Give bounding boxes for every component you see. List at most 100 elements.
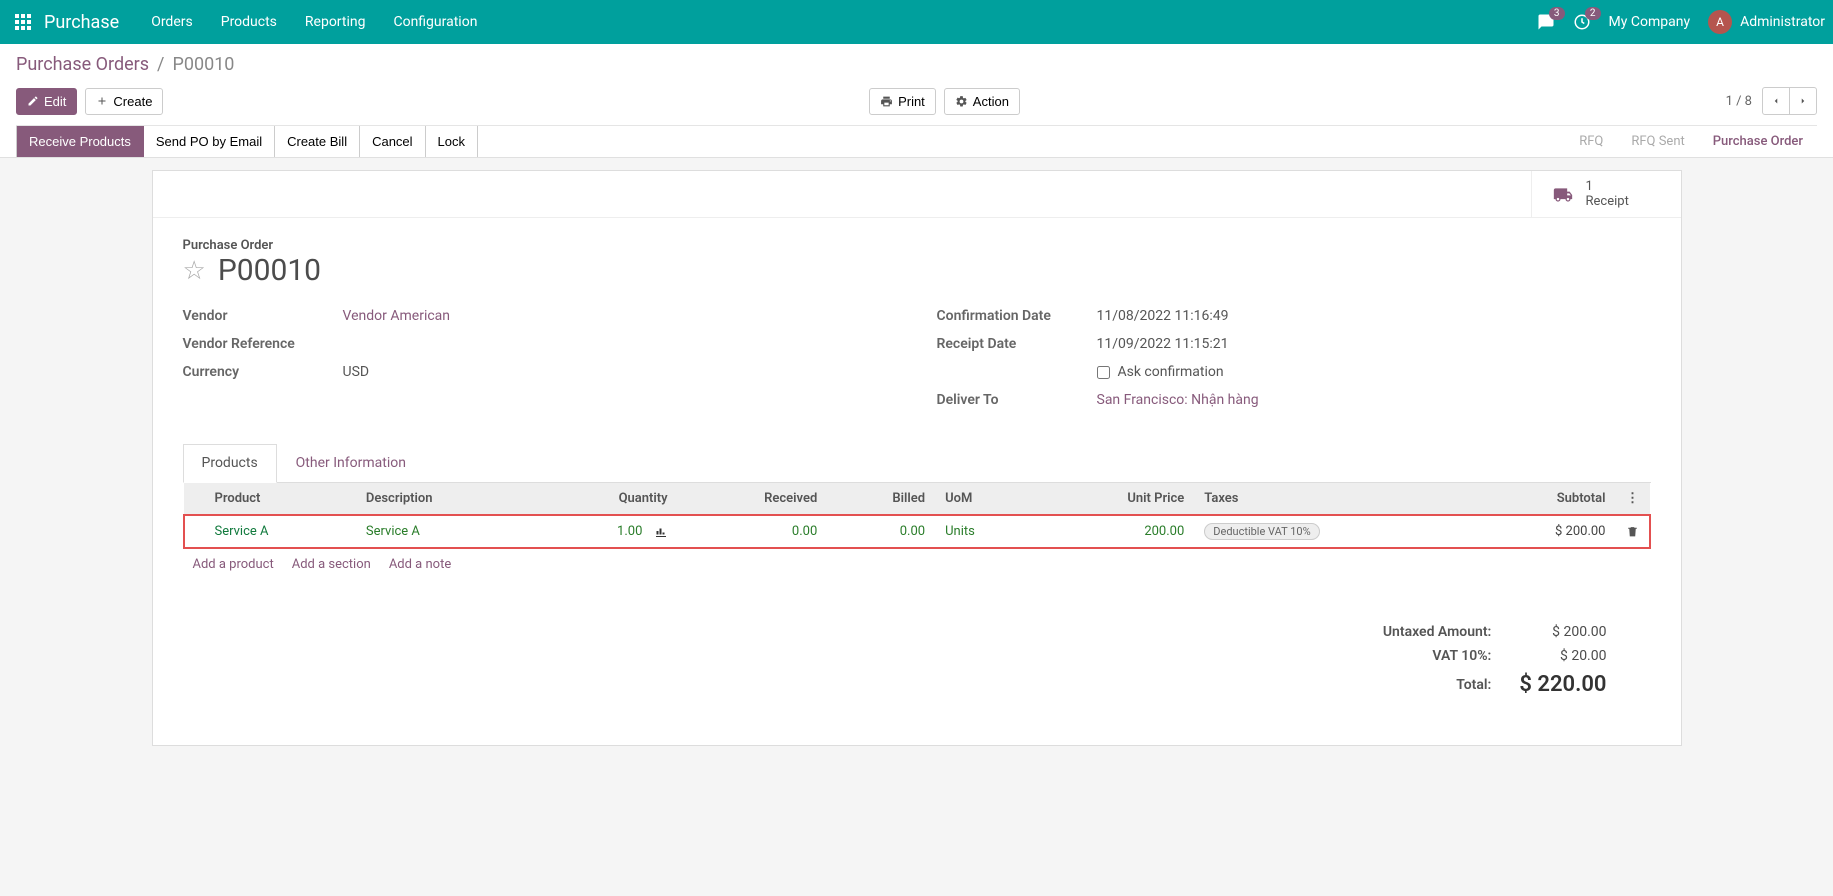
kebab-icon[interactable]: ⋮ — [1626, 491, 1639, 506]
vendor-ref-label: Vendor Reference — [183, 336, 343, 352]
total-value: $ 220.00 — [1505, 668, 1620, 701]
plus-icon — [96, 95, 108, 107]
line-quantity: 1.00 — [617, 524, 642, 539]
receive-products-button[interactable]: Receive Products — [16, 126, 144, 157]
page-title-label: Purchase Order — [183, 238, 1651, 253]
status-rfq-sent[interactable]: RFQ Sent — [1617, 126, 1698, 157]
vat-value: $ 20.00 — [1505, 644, 1620, 668]
status-purchase-order[interactable]: Purchase Order — [1699, 126, 1817, 157]
statusbar: RFQ RFQ Sent Purchase Order — [1565, 126, 1817, 157]
chevron-right-icon — [1798, 94, 1808, 108]
order-lines-table: Product Description Quantity Received Bi… — [183, 483, 1651, 549]
app-brand[interactable]: Purchase — [38, 12, 135, 33]
line-tax: Deductible VAT 10% — [1204, 523, 1319, 540]
gear-icon — [955, 95, 968, 108]
col-quantity: Quantity — [533, 483, 677, 515]
line-received: 0.00 — [678, 515, 828, 548]
print-icon — [880, 95, 893, 108]
chevron-left-icon — [1771, 94, 1781, 108]
confirmation-date-label: Confirmation Date — [937, 308, 1097, 324]
add-note-link[interactable]: Add a note — [389, 557, 451, 572]
line-billed: 0.00 — [827, 515, 935, 548]
po-name: P00010 — [218, 253, 321, 288]
line-description: Service A — [356, 515, 533, 548]
pencil-icon — [27, 95, 39, 107]
untaxed-label: Untaxed Amount: — [1369, 620, 1506, 644]
forecast-icon[interactable] — [654, 524, 668, 539]
receipt-date-label: Receipt Date — [937, 336, 1097, 352]
activities-badge: 2 — [1585, 7, 1601, 20]
send-po-email-button[interactable]: Send PO by Email — [144, 126, 275, 157]
currency-value: USD — [343, 364, 370, 380]
activities-icon[interactable]: 2 — [1573, 13, 1591, 31]
cancel-button[interactable]: Cancel — [360, 126, 425, 157]
line-subtotal: $ 200.00 — [1471, 515, 1615, 548]
receipt-label: Receipt — [1586, 194, 1629, 209]
trash-icon[interactable] — [1626, 524, 1639, 539]
pager-next[interactable] — [1789, 87, 1817, 115]
tab-other-info[interactable]: Other Information — [277, 444, 425, 482]
line-uom: Units — [935, 515, 1037, 548]
col-billed: Billed — [827, 483, 935, 515]
navbar: Purchase Orders Products Reporting Confi… — [0, 0, 1833, 44]
table-row[interactable]: Service A Service A 1.00 0.00 0.00 Units… — [184, 515, 1650, 548]
line-product[interactable]: Service A — [215, 524, 269, 539]
user-name: Administrator — [1740, 14, 1825, 30]
pager-prev[interactable] — [1762, 87, 1790, 115]
col-unit-price: Unit Price — [1037, 483, 1194, 515]
nav-reporting[interactable]: Reporting — [305, 14, 366, 30]
vendor-value[interactable]: Vendor American — [343, 308, 451, 324]
receipt-count: 1 — [1586, 179, 1629, 194]
print-button[interactable]: Print — [869, 88, 936, 115]
user-menu[interactable]: A Administrator — [1708, 10, 1825, 34]
breadcrumb-current: P00010 — [172, 54, 234, 75]
avatar: A — [1708, 10, 1732, 34]
total-label: Total: — [1369, 668, 1506, 701]
pager-counter[interactable]: 1 / 8 — [1726, 94, 1752, 109]
receipt-stat-button[interactable]: 1 Receipt — [1531, 171, 1681, 217]
confirmation-date-value: 11/08/2022 11:16:49 — [1097, 308, 1229, 324]
breadcrumb-parent[interactable]: Purchase Orders — [16, 54, 149, 75]
create-bill-button[interactable]: Create Bill — [275, 126, 360, 157]
currency-label: Currency — [183, 364, 343, 380]
messages-icon[interactable]: 3 — [1537, 13, 1555, 31]
add-product-link[interactable]: Add a product — [193, 557, 274, 572]
nav-products[interactable]: Products — [221, 14, 277, 30]
lock-button[interactable]: Lock — [426, 126, 478, 157]
nav-menu: Orders Products Reporting Configuration — [151, 14, 477, 30]
ask-confirmation-label: Ask confirmation — [1118, 364, 1224, 380]
control-panel: Purchase Orders / P00010 Edit Create Pri… — [0, 44, 1833, 158]
col-taxes: Taxes — [1194, 483, 1471, 515]
status-rfq[interactable]: RFQ — [1565, 126, 1617, 157]
form-sheet: 1 Receipt Purchase Order ☆ P00010 Vendor… — [152, 170, 1682, 746]
col-description: Description — [356, 483, 533, 515]
apps-icon[interactable] — [8, 7, 38, 37]
col-uom: UoM — [935, 483, 1037, 515]
messages-badge: 3 — [1549, 7, 1565, 20]
edit-button[interactable]: Edit — [16, 88, 77, 115]
tab-products[interactable]: Products — [183, 444, 277, 483]
col-product: Product — [205, 483, 356, 515]
deliver-to-label: Deliver To — [937, 392, 1097, 408]
col-subtotal: Subtotal — [1471, 483, 1615, 515]
nav-configuration[interactable]: Configuration — [393, 14, 477, 30]
line-unit-price: 200.00 — [1037, 515, 1194, 548]
receipt-date-value: 11/09/2022 11:15:21 — [1097, 336, 1229, 352]
pager: 1 / 8 — [1726, 87, 1817, 115]
ask-confirmation-checkbox[interactable] — [1097, 366, 1110, 379]
company-switcher[interactable]: My Company — [1609, 14, 1691, 30]
nav-orders[interactable]: Orders — [151, 14, 193, 30]
add-section-link[interactable]: Add a section — [292, 557, 371, 572]
breadcrumb-sep: / — [157, 54, 164, 75]
totals: Untaxed Amount: $ 200.00 VAT 10%: $ 20.0… — [183, 620, 1651, 701]
deliver-to-value[interactable]: San Francisco: Nhận hàng — [1097, 392, 1259, 408]
truck-icon — [1550, 182, 1576, 207]
create-button[interactable]: Create — [85, 88, 163, 115]
action-button[interactable]: Action — [944, 88, 1020, 115]
untaxed-value: $ 200.00 — [1505, 620, 1620, 644]
status-buttons: Receive Products Send PO by Email Create… — [16, 126, 478, 157]
col-received: Received — [678, 483, 828, 515]
tabs: Products Other Information — [183, 444, 1651, 483]
vat-label: VAT 10%: — [1369, 644, 1506, 668]
star-icon[interactable]: ☆ — [183, 256, 206, 286]
